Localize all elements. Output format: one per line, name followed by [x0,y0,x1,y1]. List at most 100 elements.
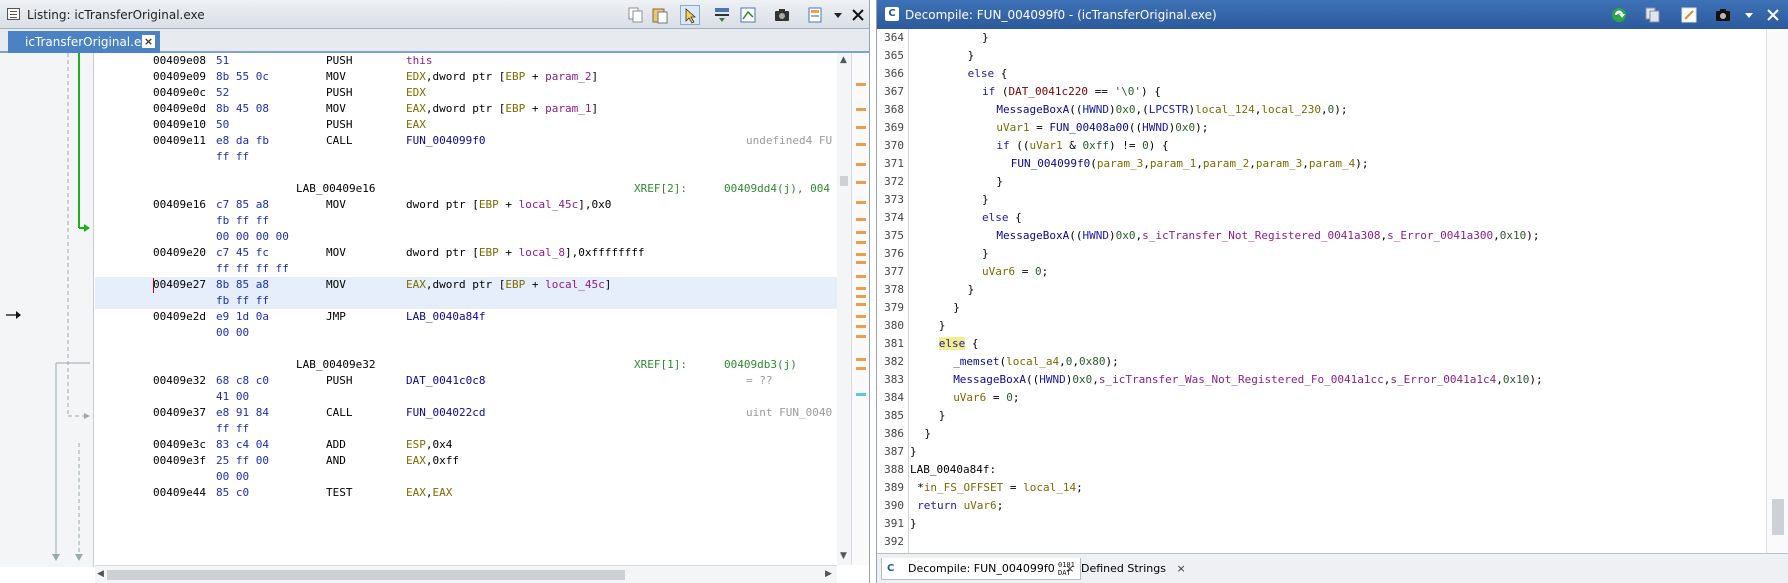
menu-chevron-icon[interactable] [828,5,848,25]
code-line[interactable]: } [910,245,1766,263]
listing-row[interactable]: 00409e44 85 c0 TEST EAX,EAX [95,485,837,501]
scroll-down-icon[interactable]: ▼ [840,551,847,561]
layout-icon[interactable] [806,5,826,25]
code-line[interactable]: MessageBoxA((HWND)0x0,s_icTransfer_Was_N… [910,371,1766,389]
code-line[interactable]: } [910,407,1766,425]
decompile-code-area[interactable]: }} else {if (DAT_0041c220 == '\0') {Messa… [910,29,1766,553]
tab-defined-strings[interactable]: 0101 DAT Defined Strings × [1055,558,1192,580]
listing-row[interactable]: ff ff ff ff [95,261,837,277]
listing-row[interactable]: 41 00 [95,389,837,405]
code-line[interactable]: } [910,29,1766,47]
listing-row[interactable]: ff ff [95,421,837,437]
listing-row[interactable]: 00409e08 51 PUSH this [95,53,837,69]
listing-row[interactable] [95,341,837,357]
code-line[interactable]: else { [910,65,1766,83]
horizontal-scroll-thumb[interactable] [107,570,625,580]
listing-row[interactable]: 00409e20 c7 45 fc MOV dword ptr [EBP + loca… [95,245,837,261]
menu-chevron-icon[interactable] [1739,5,1759,25]
close-icon[interactable] [1763,5,1783,25]
code-line[interactable]: } [910,317,1766,335]
camera-icon[interactable] [1713,5,1733,25]
code-line[interactable]: } [910,299,1766,317]
listing-label-row[interactable]: LAB_00409e16 XREF[2]: 00409dd4(j), 004 [95,181,837,197]
listing-row[interactable]: 00409e0d 8b 45 08 MOV EAX,dword ptr [EBP + … [95,101,837,117]
bytes: ff ff [216,150,250,163]
listing-row[interactable]: 00409e16 c7 85 a8 MOV dword ptr [EBP + loca… [95,197,837,213]
listing-code-area[interactable]: 00409e08 51 PUSH this 00409e09 8b 55 0c MOV EDX… [95,53,837,565]
flow-icon[interactable] [738,5,758,25]
cursor-select-icon[interactable] [680,5,700,25]
tab-close-icon[interactable]: × [142,35,155,48]
scroll-thumb[interactable] [1772,499,1784,535]
snapshot-icon[interactable] [712,5,732,25]
code-line[interactable]: } [910,443,1766,461]
listing-row[interactable]: 00409e2d e9 1d 0a JMP LAB_0040a84f [95,309,837,325]
code-line[interactable]: *in_FS_OFFSET = local_14; [910,479,1766,497]
comment: undefined4 FU [746,134,833,147]
listing-row[interactable]: 00409e3c 83 c4 04 ADD ESP,0x4 [95,437,837,453]
code-line[interactable]: uVar1 = FUN_00408a00((HWND)0x0); [910,119,1766,137]
listing-row[interactable]: 00409e27 8b 85 a8 MOV EAX,dword ptr [EBP + … [95,277,837,294]
bytes: 8b 45 08 [216,102,269,115]
code-line[interactable]: } [910,425,1766,443]
code-line[interactable]: LAB_0040a84f: [910,461,1766,479]
listing-row[interactable]: fb ff ff [95,213,837,229]
code-line[interactable]: return uVar6; [910,497,1766,515]
code-line[interactable]: else { [910,209,1766,227]
scroll-thumb[interactable] [840,176,848,186]
listing-row[interactable]: 00409e0c 52 PUSH EDX [95,85,837,101]
camera-icon[interactable] [772,5,792,25]
listing-row[interactable]: 00 00 [95,325,837,341]
copy-icon[interactable] [1643,5,1663,25]
operands: EDX,dword ptr [EBP + param_2] [406,70,599,83]
tab-ictransfer[interactable]: icTransferOriginal.exe × [8,31,160,53]
tab-label: Defined Strings [1081,562,1166,575]
listing-row[interactable]: 00409e11 e8 da fb CALL FUN_004099f0 undefine… [95,133,837,149]
listing-row[interactable]: ff ff [95,149,837,165]
close-icon[interactable] [848,5,868,25]
address: 00409e11 [153,134,206,147]
scroll-up-icon[interactable]: ▲ [840,55,847,65]
code-line[interactable]: FUN_004099f0(param_3,param_1,param_2,par… [910,155,1766,173]
scroll-right-icon[interactable]: ▶ [825,569,832,579]
code-line[interactable] [910,533,1766,551]
listing-row[interactable]: 00409e10 50 PUSH EAX [95,117,837,133]
listing-row[interactable]: 00409e37 e8 91 84 CALL FUN_004022cd uint FUN… [95,405,837,421]
code-line[interactable]: } [910,281,1766,299]
tab-decompile[interactable]: C Decompile: FUN_004099f0 × [881,558,1082,580]
code-line[interactable]: else { [910,335,1766,353]
scroll-left-icon[interactable]: ◀ [97,569,104,579]
code-line[interactable]: } [910,191,1766,209]
line-number: 378 [884,283,904,296]
xref-header: XREF[2]: [634,182,687,195]
bytes: e9 1d 0a [216,310,269,323]
tab-close-icon[interactable]: × [1176,562,1185,575]
listing-row[interactable]: 00 00 [95,469,837,485]
code-line[interactable]: MessageBoxA((HWND)0x0,(LPCSTR)local_124,… [910,101,1766,119]
listing-row[interactable]: 00409e32 68 c8 c0 PUSH DAT_0041c0c8 = ?? [95,373,837,389]
listing-overview-bar[interactable] [851,53,869,565]
code-line[interactable]: } [910,47,1766,65]
listing-row[interactable]: 00409e09 8b 55 0c MOV EDX,dword ptr [EBP + … [95,69,837,85]
refresh-icon[interactable] [1609,5,1629,25]
copy-icon[interactable] [626,5,646,25]
mnemonic: ADD [326,438,346,451]
code-line[interactable]: _memset(local_a4,0,0x80); [910,353,1766,371]
export-icon[interactable] [1679,5,1699,25]
listing-row[interactable]: 00409e3f 25 ff 00 AND EAX,0xff [95,453,837,469]
code-line[interactable]: if (DAT_0041c220 == '\0') { [910,83,1766,101]
code-line[interactable]: } [910,515,1766,533]
code-line[interactable]: MessageBoxA((HWND)0x0,s_icTransfer_Not_R… [910,227,1766,245]
code-line[interactable]: uVar6 = 0; [910,263,1766,281]
listing-label-row[interactable]: LAB_00409e32 XREF[1]: 00409db3(j) [95,357,837,373]
decompile-vertical-scrollbar[interactable] [1766,29,1788,553]
listing-row[interactable]: fb ff ff [95,293,837,309]
code-line[interactable]: if ((uVar1 & 0xff) != 0) { [910,137,1766,155]
listing-horizontal-scrollbar[interactable]: ◀ ▶ [95,565,837,583]
paste-icon[interactable] [650,5,670,25]
listing-row[interactable]: 00 00 00 00 [95,229,837,245]
listing-vertical-scrollbar[interactable]: ▲ ▼ [837,53,851,565]
code-line[interactable]: uVar6 = 0; [910,389,1766,407]
code-line[interactable]: } [910,173,1766,191]
listing-row[interactable] [95,165,837,181]
